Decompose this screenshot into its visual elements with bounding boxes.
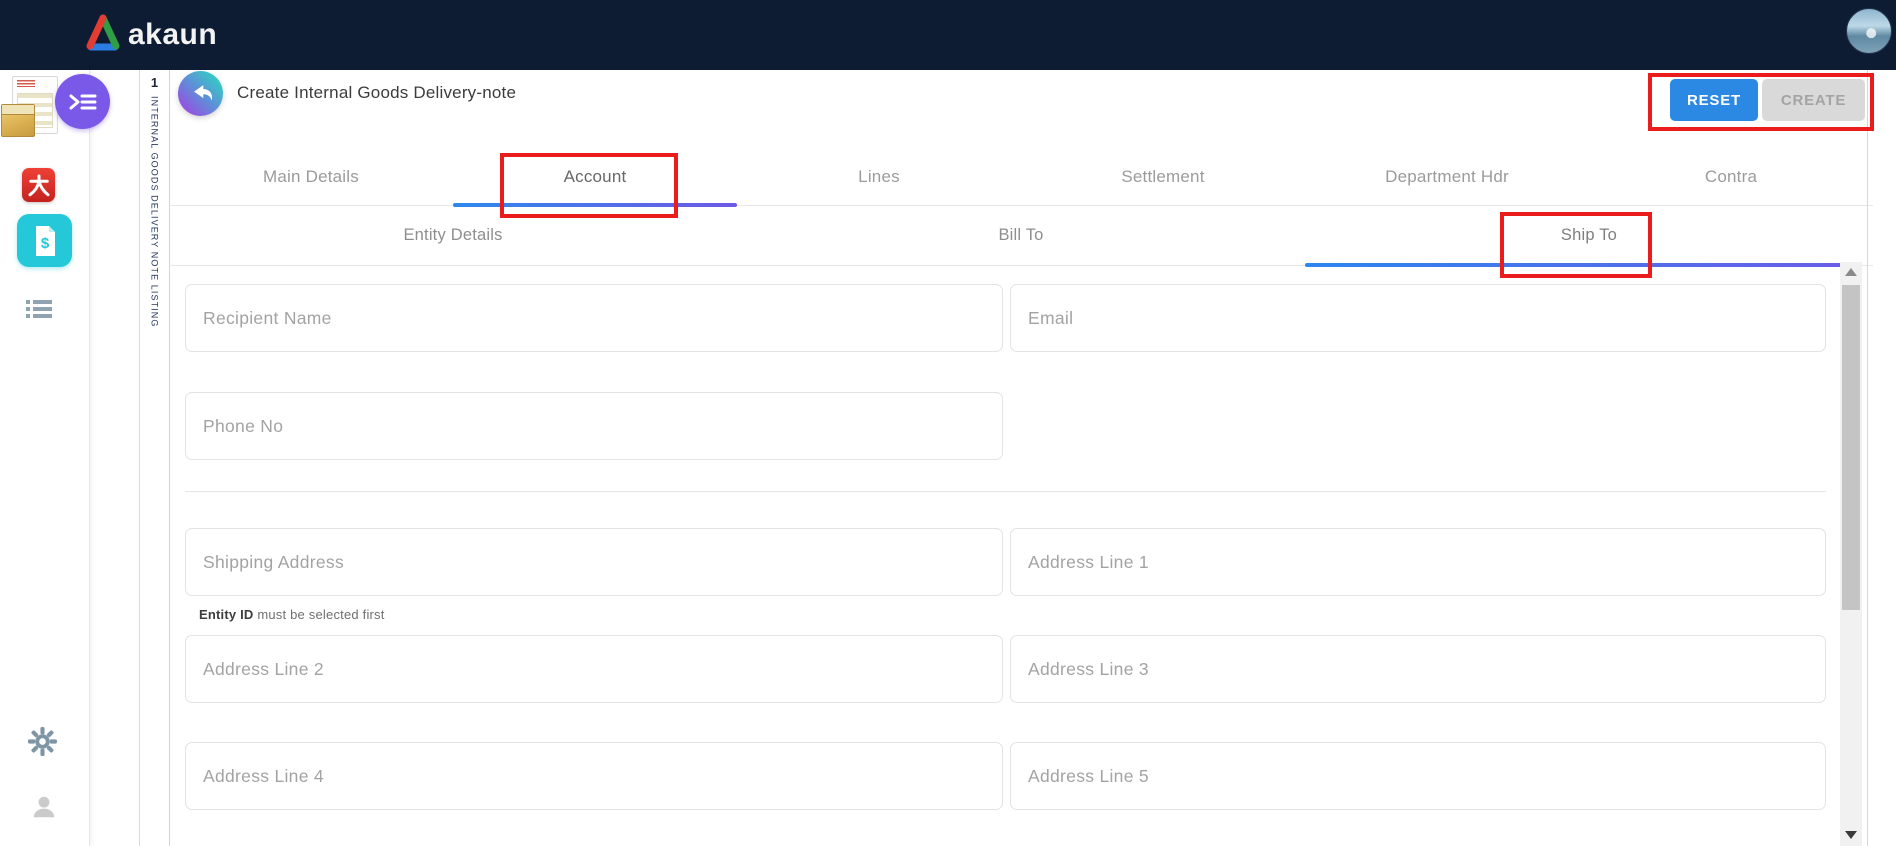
carton-box-icon: [1, 104, 35, 137]
akaun-triangle-logo-icon: [86, 14, 120, 57]
entity-id-helper-text: Entity ID must be selected first: [199, 607, 385, 622]
svg-text:$: $: [40, 235, 49, 252]
billing-document-app-icon[interactable]: $: [17, 214, 72, 267]
brand-logo[interactable]: akaun: [86, 0, 217, 70]
content-right-border: [1867, 70, 1868, 846]
prompt-menu-icon[interactable]: [55, 74, 110, 129]
settings-gear-icon[interactable]: [28, 727, 57, 756]
listing-icon[interactable]: [25, 299, 53, 319]
back-arrow-icon: [188, 79, 214, 108]
active-subtab-indicator: [1305, 263, 1862, 267]
section-divider: [185, 491, 1826, 492]
back-button[interactable]: [178, 71, 223, 116]
main-tab-bar: Main Details Account Lines Settlement De…: [169, 148, 1873, 207]
listing-tab-strip[interactable]: 1 INTERNAL GOODS DELIVERY NOTE LISTING: [139, 70, 170, 846]
app-sidebar: $: [0, 70, 110, 846]
user-profile-icon[interactable]: [31, 794, 57, 820]
scrollbar-thumb[interactable]: [1842, 285, 1860, 610]
tab-contra[interactable]: Contra: [1589, 148, 1873, 205]
vertical-scrollbar[interactable]: [1840, 262, 1862, 846]
subtab-bill-to[interactable]: Bill To: [737, 206, 1305, 265]
address-line-1-input[interactable]: [1010, 528, 1826, 596]
subtab-entity-details[interactable]: Entity Details: [169, 206, 737, 265]
address-line-4-input[interactable]: [185, 742, 1003, 810]
address-line-3-input[interactable]: [1010, 635, 1826, 703]
tab-account[interactable]: Account: [453, 148, 737, 205]
brand-name: akaun: [128, 18, 218, 51]
user-avatar[interactable]: [1846, 8, 1892, 54]
tab-lines[interactable]: Lines: [737, 148, 1021, 205]
reset-button[interactable]: RESET: [1670, 79, 1758, 121]
app-window: akaun $ 1 INTERNAL GOODS DELIVERY NOTE L…: [0, 0, 1896, 846]
entity-id-helper-bold: Entity ID: [199, 607, 254, 622]
address-line-2-input[interactable]: [185, 635, 1003, 703]
recipient-name-input[interactable]: [185, 284, 1003, 352]
create-button[interactable]: CREATE: [1762, 79, 1865, 121]
tab-department-hdr[interactable]: Department Hdr: [1305, 148, 1589, 205]
page-title: Create Internal Goods Delivery-note: [237, 83, 517, 102]
phone-no-input[interactable]: [185, 392, 1003, 460]
listing-index: 1: [150, 75, 159, 90]
entity-id-helper-rest: must be selected first: [253, 607, 385, 622]
address-line-5-input[interactable]: [1010, 742, 1826, 810]
email-input[interactable]: [1010, 284, 1826, 352]
shipping-address-input[interactable]: [185, 528, 1003, 596]
dai-red-app-icon[interactable]: [22, 168, 55, 202]
tab-main-details[interactable]: Main Details: [169, 148, 453, 205]
top-navbar: akaun: [0, 0, 1896, 70]
scroll-down-icon[interactable]: [1845, 831, 1857, 839]
sub-tab-bar: Entity Details Bill To Ship To: [169, 206, 1873, 267]
tab-settlement[interactable]: Settlement: [1021, 148, 1305, 205]
listing-label: INTERNAL GOODS DELIVERY NOTE LISTING: [149, 96, 160, 328]
subtab-ship-to[interactable]: Ship To: [1305, 206, 1873, 265]
scroll-up-icon[interactable]: [1845, 268, 1857, 276]
